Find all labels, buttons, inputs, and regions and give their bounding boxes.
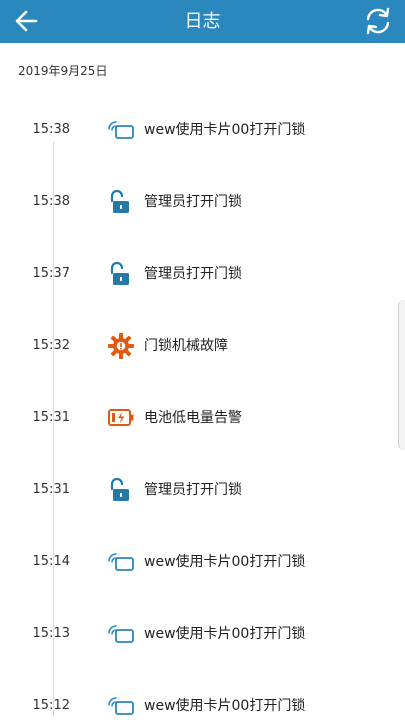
log-entry[interactable]: 15:32 门锁机械故障 <box>0 324 405 368</box>
log-time: 15:31 <box>32 482 70 497</box>
low-battery-icon <box>107 405 135 431</box>
log-time: 15:38 <box>32 194 70 209</box>
log-list: 15:38 wew使用卡片00打开门锁 15:38 管理员打开门锁 15:37 管理… <box>0 0 405 720</box>
log-entry[interactable]: 15:14 wew使用卡片00打开门锁 <box>0 540 405 584</box>
log-entry[interactable]: 15:12 wew使用卡片00打开门锁 <box>0 684 405 728</box>
log-text: wew使用卡片00打开门锁 <box>144 122 306 138</box>
card-icon <box>107 693 135 719</box>
log-time: 15:14 <box>32 554 70 569</box>
log-entry[interactable]: 15:38 wew使用卡片00打开门锁 <box>0 108 405 152</box>
log-text: 门锁机械故障 <box>144 338 228 354</box>
log-entry[interactable]: 15:37 管理员打开门锁 <box>0 252 405 296</box>
log-entry[interactable]: 15:38 管理员打开门锁 <box>0 180 405 224</box>
log-time: 15:12 <box>32 698 70 713</box>
log-text: 管理员打开门锁 <box>144 266 242 282</box>
log-time: 15:31 <box>32 410 70 425</box>
card-icon <box>107 621 135 647</box>
unlock-icon <box>107 477 135 503</box>
log-entry[interactable]: 15:31 管理员打开门锁 <box>0 468 405 512</box>
log-entry[interactable]: 15:13 wew使用卡片00打开门锁 <box>0 612 405 656</box>
log-text: wew使用卡片00打开门锁 <box>144 554 306 570</box>
scroll-indicator[interactable] <box>398 300 405 450</box>
card-icon <box>107 549 135 575</box>
log-text: wew使用卡片00打开门锁 <box>144 626 306 642</box>
log-text: 电池低电量告警 <box>144 410 242 426</box>
unlock-icon <box>107 189 135 215</box>
log-time: 15:38 <box>32 122 70 137</box>
unlock-icon <box>107 261 135 287</box>
gear-fault-icon <box>107 333 135 359</box>
log-text: 管理员打开门锁 <box>144 482 242 498</box>
log-text: wew使用卡片00打开门锁 <box>144 698 306 714</box>
log-text: 管理员打开门锁 <box>144 194 242 210</box>
log-entry[interactable]: 15:31 电池低电量告警 <box>0 396 405 440</box>
card-icon <box>107 117 135 143</box>
log-time: 15:13 <box>32 626 70 641</box>
log-time: 15:37 <box>32 266 70 281</box>
log-time: 15:32 <box>32 338 70 353</box>
